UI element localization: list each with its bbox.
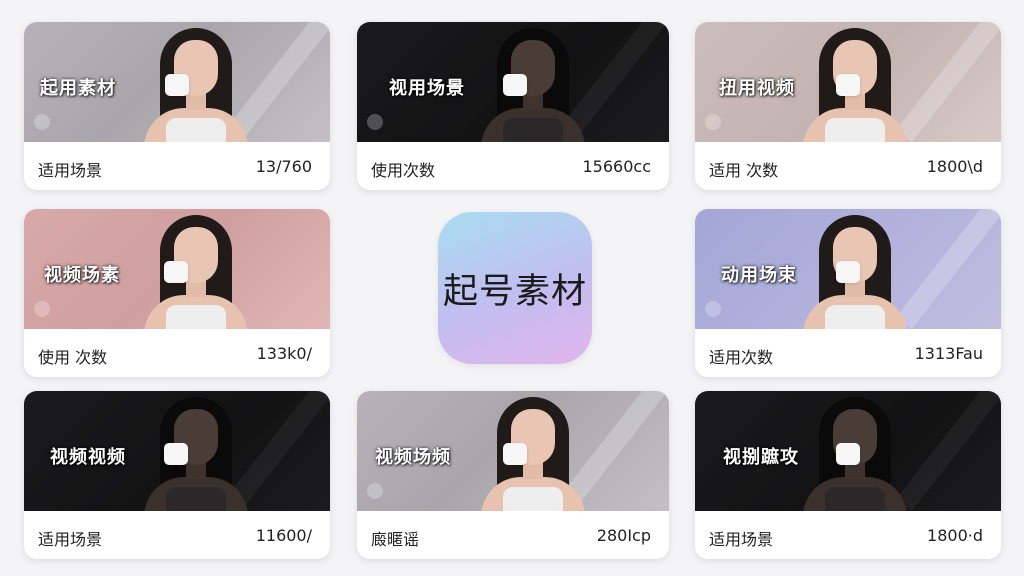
card-value: 133k0/ [256,344,312,363]
video-thumbnail[interactable]: 动用场束 [695,209,1001,329]
thumbnail-title: 视频场频 [375,447,451,468]
material-card[interactable]: 起用素材 适用场景 13/760 [24,22,330,190]
person-figure [473,22,593,142]
card-info-row: 廄暱谣 280Icp [357,511,669,559]
card-info-row: 使用次数 15660cc [357,142,669,190]
video-thumbnail[interactable]: 视频视频 [24,391,330,511]
person-figure [136,209,256,329]
video-thumbnail[interactable]: 起用素材 [24,22,330,142]
video-thumbnail[interactable]: 视用场景 [357,22,669,142]
play-placeholder-icon[interactable] [503,74,527,96]
card-label: 适用场景 [38,530,103,549]
card-label: 适用 次数 [709,161,779,180]
card-value: 1800·d [927,526,983,545]
decorative-dot [367,483,383,499]
material-card[interactable]: 视频场素 使用 次数 133k0/ [24,209,330,377]
material-card[interactable]: 视用场景 使用次数 15660cc [357,22,669,190]
card-info-row: 适用场景 13/760 [24,142,330,190]
card-value: 1313Fau [914,344,983,363]
card-info-row: 适用场景 1800·d [695,511,1001,559]
card-value: 15660cc [582,157,652,176]
video-thumbnail[interactable]: 视频场素 [24,209,330,329]
card-info-row: 适用 次数 1800\d [695,142,1001,190]
decorative-dot [367,114,383,130]
app-logo-tile[interactable]: 起号素材 [438,212,592,364]
thumbnail-title: 视捌蹠攻 [723,447,799,468]
play-placeholder-icon[interactable] [836,74,860,96]
card-label: 适用次数 [709,348,774,367]
person-figure [136,391,256,511]
decorative-dot [705,114,721,130]
thumbnail-title: 扭用视频 [719,78,795,99]
card-label: 使用 次数 [38,348,108,367]
card-info-row: 适用次数 1313Fau [695,329,1001,377]
logo-title: 起号素材 [442,271,587,312]
thumbnail-title: 起用素材 [40,78,116,99]
video-thumbnail[interactable]: 扭用视频 [695,22,1001,142]
video-thumbnail[interactable]: 视频场频 [357,391,669,511]
play-placeholder-icon[interactable] [836,443,860,465]
person-figure [473,391,593,511]
thumbnail-title: 视频视频 [50,447,126,468]
card-value: 1800\d [926,157,983,176]
card-label: 廄暱谣 [371,530,420,549]
video-thumbnail[interactable]: 视捌蹠攻 [695,391,1001,511]
play-placeholder-icon[interactable] [836,261,860,283]
play-placeholder-icon[interactable] [503,443,527,465]
card-label: 使用次数 [371,161,436,180]
decorative-dot [705,301,721,317]
thumbnail-title: 视用场景 [389,78,465,99]
person-figure [136,22,256,142]
material-card[interactable]: 视频场频 廄暱谣 280Icp [357,391,669,559]
card-value: 280Icp [596,526,651,545]
card-label: 适用场景 [709,530,774,549]
decorative-dot [34,301,50,317]
thumbnail-title: 动用场束 [721,265,797,286]
thumbnail-title: 视频场素 [44,265,120,286]
material-card[interactable]: 动用场束 适用次数 1313Fau [695,209,1001,377]
play-placeholder-icon[interactable] [165,74,189,96]
card-info-row: 适用场景 11600/ [24,511,330,559]
card-label: 适用场景 [38,161,103,180]
decorative-dot [34,114,50,130]
play-placeholder-icon[interactable] [164,261,188,283]
card-info-row: 使用 次数 133k0/ [24,329,330,377]
material-card[interactable]: 扭用视频 适用 次数 1800\d [695,22,1001,190]
card-value: 13/760 [255,157,312,176]
material-card[interactable]: 视捌蹠攻 适用场景 1800·d [695,391,1001,559]
material-card[interactable]: 视频视频 适用场景 11600/ [24,391,330,559]
play-placeholder-icon[interactable] [164,443,188,465]
card-value: 11600/ [255,526,312,545]
